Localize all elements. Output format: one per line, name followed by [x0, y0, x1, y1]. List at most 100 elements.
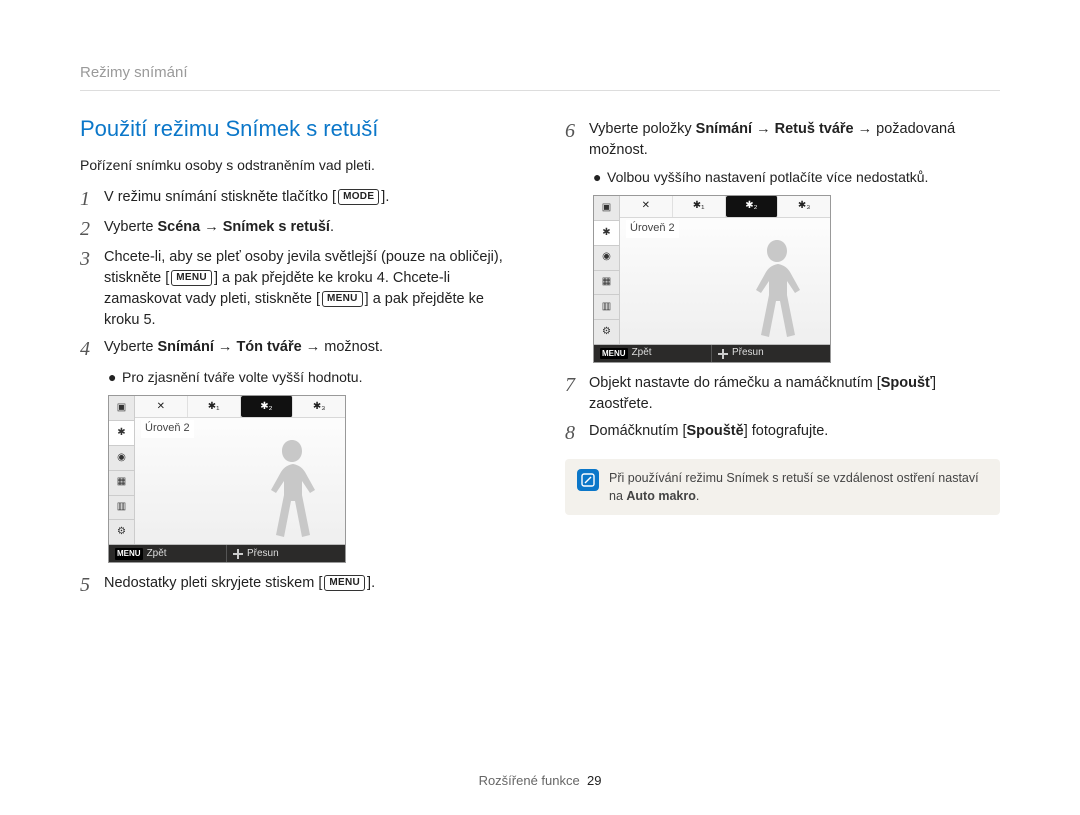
footer-move: Přesun [247, 547, 279, 562]
left-column: Použití režimu Snímek s retuší Pořízení … [80, 113, 515, 604]
page-number: 29 [587, 773, 601, 788]
option-level3: ✱₃ [293, 396, 345, 417]
step-bold: Scéna [157, 219, 200, 235]
sidebar-icon: ▥ [109, 496, 134, 521]
step-number: 1 [80, 187, 104, 211]
option-bar: ✕ ✱₁ ✱₂ ✱₃ [135, 396, 345, 418]
step-4: 4 Vyberte Snímání → Tón tváře → možnost. [80, 337, 515, 361]
step-number: 2 [80, 217, 104, 241]
step-text: Vyberte [104, 339, 157, 355]
note-bold: Auto makro [626, 489, 695, 503]
option-level3: ✱₃ [778, 196, 830, 217]
ui-sidebar: ▣ ✱ ◉ ▦ ▥ ⚙ [594, 196, 620, 344]
step-3: 3 Chcete-li, aby se pleť osoby jevila sv… [80, 247, 515, 331]
page-footer: Rozšířené funkce 29 [0, 772, 1080, 791]
step-8: 8 Domáčknutím [Spouště] fotografujte. [565, 421, 1000, 445]
arrow: → [752, 121, 775, 137]
ui-footer: MENU Zpět Přesun [109, 544, 345, 562]
person-silhouette-icon [742, 234, 812, 344]
mode-button-ref: MODE [338, 189, 379, 205]
bullet-icon: ● [108, 367, 122, 387]
right-column: 6 Vyberte položky Snímání → Retuš tváře … [565, 113, 1000, 604]
step-text: V režimu snímání stiskněte tlačítko [ [104, 189, 336, 205]
option-bar: ✕ ✱₁ ✱₂ ✱₃ [620, 196, 830, 218]
bullet-text: Pro zjasnění tváře volte vyšší hodnotu. [122, 367, 362, 387]
sidebar-icon: ⚙ [594, 320, 619, 344]
step-text: Vyberte [104, 219, 157, 235]
info-icon [577, 469, 599, 491]
footer-back: Zpět [147, 547, 167, 562]
step-text: Nedostatky pleti skryjete stiskem [ [104, 575, 322, 591]
step-text: . [330, 219, 334, 235]
sidebar-icon-selected: ✱ [594, 221, 619, 246]
step-6: 6 Vyberte položky Snímání → Retuš tváře … [565, 119, 1000, 161]
ui-main-area: ✕ ✱₁ ✱₂ ✱₃ Úroveň 2 [135, 396, 345, 544]
step-bold: Spouště [687, 423, 744, 439]
page-section-header: Režimy snímání [80, 62, 1000, 91]
sidebar-icon: ▣ [594, 196, 619, 221]
step-7: 7 Objekt nastavte do rámečku a namáčknut… [565, 373, 1000, 415]
step-number: 5 [80, 573, 104, 597]
bullet-item: ● Volbou vyššího nastavení potlačíte víc… [593, 167, 1000, 187]
sidebar-icon: ⚙ [109, 520, 134, 544]
step-number: 7 [565, 373, 589, 397]
step-text: ]. [381, 189, 389, 205]
menu-button-ref: MENU [171, 270, 212, 286]
step-text: Domáčknutím [ [589, 423, 687, 439]
step-5: 5 Nedostatky pleti skryjete stiskem [MEN… [80, 573, 515, 597]
step-number: 4 [80, 337, 104, 361]
option-label: Úroveň 2 [141, 420, 194, 438]
step-bold: Tón tváře [236, 339, 301, 355]
step-number: 6 [565, 119, 589, 143]
step-bold: Snímek s retuší [223, 219, 330, 235]
step-1: 1 V režimu snímání stiskněte tlačítko [M… [80, 187, 515, 211]
step-number: 8 [565, 421, 589, 445]
sidebar-icon: ▥ [594, 295, 619, 320]
footer-back: Zpět [632, 346, 652, 361]
option-level2-selected: ✱₂ [726, 196, 779, 217]
step-2: 2 Vyberte Scéna → Snímek s retuší. [80, 217, 515, 241]
menu-button-ref: MENU [322, 291, 363, 307]
step-text: ] fotografujte. [744, 423, 829, 439]
intro-text: Pořízení snímku osoby s odstraněním vad … [80, 155, 515, 175]
arrow: → [200, 219, 223, 235]
option-level1: ✱₁ [188, 396, 241, 417]
bullet-item: ● Pro zjasnění tváře volte vyšší hodnotu… [108, 367, 515, 387]
step-text: ]. [367, 575, 375, 591]
option-level1: ✱₁ [673, 196, 726, 217]
step-bold: Snímání [157, 339, 213, 355]
ui-sidebar: ▣ ✱ ◉ ▦ ▥ ⚙ [109, 396, 135, 544]
option-off: ✕ [620, 196, 673, 217]
option-level2-selected: ✱₂ [241, 396, 294, 417]
ui-footer: MENU Zpět Přesun [594, 344, 830, 362]
dpad-icon [233, 549, 243, 559]
option-off: ✕ [135, 396, 188, 417]
arrow: → [214, 339, 237, 355]
step-text: Vyberte položky [589, 121, 696, 137]
camera-ui-preview: ▣ ✱ ◉ ▦ ▥ ⚙ ✕ ✱₁ ✱₂ ✱₃ Ú [108, 395, 346, 563]
note-text: . [696, 489, 699, 503]
menu-button-ref: MENU [324, 575, 365, 591]
sidebar-icon-selected: ✱ [109, 421, 134, 446]
bullet-text: Volbou vyššího nastavení potlačíte více … [607, 167, 928, 187]
sidebar-icon: ▦ [594, 271, 619, 296]
section-title: Použití režimu Snímek s retuší [80, 113, 515, 145]
sidebar-icon: ▣ [109, 396, 134, 421]
menu-icon: MENU [115, 548, 143, 560]
info-note: Při používání režimu Snímek s retuší se … [565, 459, 1000, 515]
footer-move: Přesun [732, 346, 764, 361]
person-silhouette-icon [257, 434, 327, 544]
step-bold: Snímání [696, 121, 752, 137]
dpad-icon [718, 349, 728, 359]
sidebar-icon: ◉ [594, 246, 619, 271]
bullet-icon: ● [593, 167, 607, 187]
step-bold: Spoušť [881, 375, 932, 391]
sidebar-icon: ◉ [109, 446, 134, 471]
ui-main-area: ✕ ✱₁ ✱₂ ✱₃ Úroveň 2 [620, 196, 830, 344]
sidebar-icon: ▦ [109, 471, 134, 496]
camera-ui-preview: ▣ ✱ ◉ ▦ ▥ ⚙ ✕ ✱₁ ✱₂ ✱₃ Ú [593, 195, 831, 363]
step-number: 3 [80, 247, 104, 271]
step-bold: Retuš tváře [775, 121, 854, 137]
menu-icon: MENU [600, 348, 628, 360]
step-text: Objekt nastavte do rámečku a namáčknutím… [589, 375, 881, 391]
